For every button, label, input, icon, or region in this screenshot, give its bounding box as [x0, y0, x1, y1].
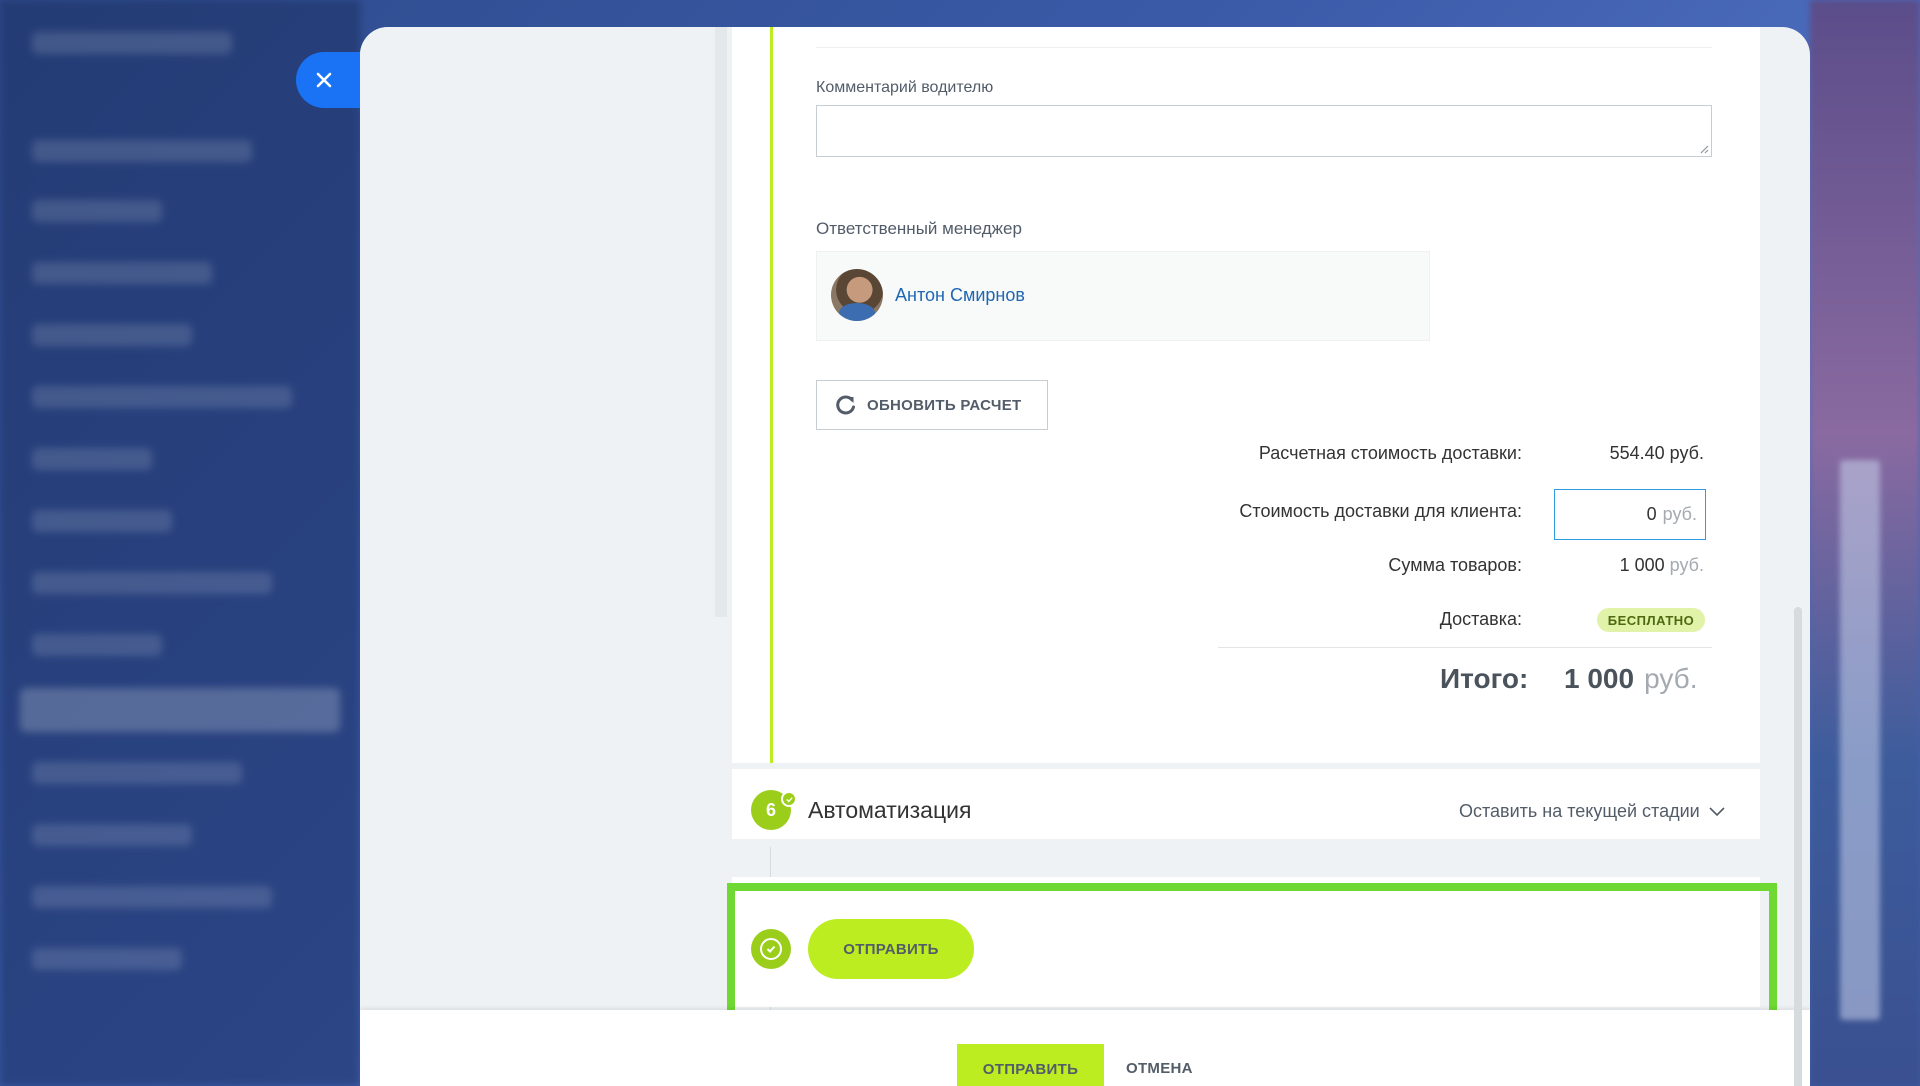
client-cost-input[interactable]: 0 руб.: [1554, 489, 1706, 540]
total-currency: руб.: [1644, 663, 1698, 694]
goods-sum-row: Сумма товаров: 1 000 руб.: [360, 555, 1760, 595]
total-value: 1 000: [1564, 663, 1635, 694]
goods-sum-currency: руб.: [1669, 555, 1704, 575]
free-delivery-badge: БЕСПЛАТНО: [1597, 608, 1705, 632]
delivery-label: Доставка:: [1439, 609, 1522, 629]
estimated-cost-row: Расчетная стоимость доставки: 554.40 руб…: [360, 443, 1760, 483]
manager-label: Ответственный менеджер: [816, 219, 1022, 238]
resize-handle-icon[interactable]: [1697, 142, 1709, 154]
refresh-label: ОБНОВИТЬ РАСЧЕТ: [867, 396, 1022, 414]
total-amount: 1 000 руб.: [1564, 663, 1697, 695]
goods-sum-value: 1 000: [1619, 555, 1665, 575]
footer-cancel-button[interactable]: ОТМЕНА: [1126, 1060, 1193, 1077]
goods-sum-label: Сумма товаров:: [1388, 555, 1522, 575]
refresh-calculation-button[interactable]: ОБНОВИТЬ РАСЧЕТ: [816, 380, 1048, 430]
goods-sum-amount: 1 000 руб.: [1620, 555, 1704, 576]
manager-name-link[interactable]: Антон Смирнов: [895, 285, 1025, 306]
automation-title: Автоматизация: [808, 797, 972, 823]
estimated-cost-value: 554.40 руб.: [1609, 443, 1704, 463]
slider-panel: Комментарий водителю Ответственный менед…: [360, 27, 1810, 1086]
total-label: Итого:: [1440, 663, 1529, 694]
background-right-edge: [1810, 0, 1920, 1086]
client-cost-label: Стоимость доставки для клиента:: [1239, 501, 1522, 521]
delivery-row: Доставка:: [360, 609, 1760, 649]
manager-field[interactable]: Антон Смирнов: [816, 251, 1430, 341]
client-cost-value: 0: [1646, 504, 1657, 524]
close-icon: [316, 72, 332, 88]
refresh-icon: [836, 395, 855, 415]
client-cost-row: Стоимость доставки для клиента:: [360, 501, 1760, 541]
comment-label: Комментарий водителю: [816, 79, 994, 96]
step-complete-check-icon: [781, 791, 797, 807]
client-cost-currency: руб.: [1662, 504, 1697, 524]
background-sidebar: [0, 0, 360, 1086]
estimated-cost-label: Расчетная стоимость доставки:: [1258, 443, 1522, 463]
total-divider: [1218, 647, 1712, 648]
chevron-down-icon: [1709, 806, 1725, 816]
top-divider: [816, 47, 1712, 48]
timeline-line: [770, 27, 773, 763]
stage-select[interactable]: Оставить на текущей стадии: [1459, 801, 1726, 823]
close-slider-button[interactable]: [296, 52, 366, 108]
stage-select-label: Оставить на текущей стадии: [1459, 801, 1700, 821]
footer-send-button[interactable]: ОТПРАВИТЬ: [957, 1044, 1104, 1086]
highlight-frame: [727, 883, 1777, 1022]
comment-textarea[interactable]: [816, 105, 1712, 157]
avatar: [831, 269, 883, 321]
scrollbar[interactable]: [1794, 607, 1802, 1086]
